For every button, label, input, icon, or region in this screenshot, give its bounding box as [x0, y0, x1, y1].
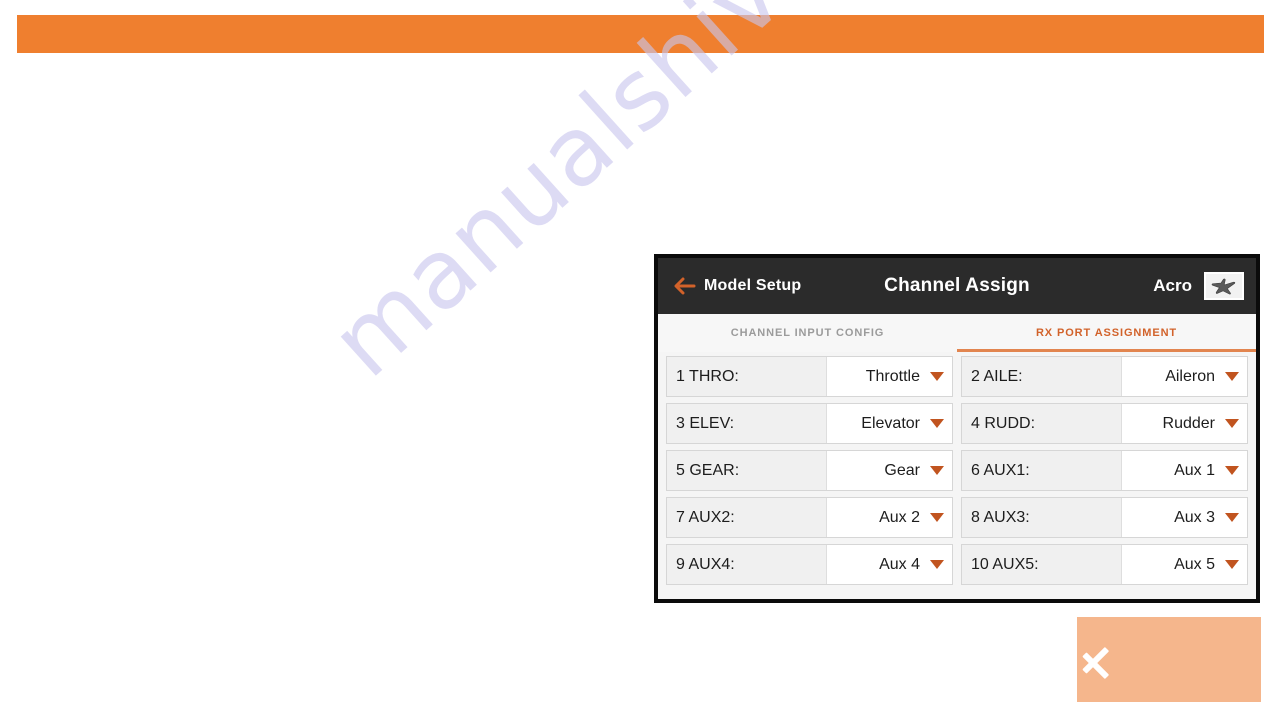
chevron-down-icon — [1225, 419, 1239, 428]
arrow-left-icon — [674, 277, 696, 295]
channel-cell-1[interactable]: 1 THRO: Throttle — [666, 356, 953, 397]
channel-port-dropdown[interactable]: Elevator — [827, 404, 952, 443]
channel-cell-10[interactable]: 10 AUX5: Aux 5 — [961, 544, 1248, 585]
channel-port-value: Aux 2 — [879, 508, 920, 526]
channel-port-value: Rudder — [1162, 414, 1215, 432]
chevron-down-icon — [1225, 560, 1239, 569]
channel-cell-8[interactable]: 8 AUX3: Aux 3 — [961, 497, 1248, 538]
airplane-icon[interactable] — [1204, 272, 1244, 300]
channel-cell-4[interactable]: 4 RUDD: Rudder — [961, 403, 1248, 444]
model-name: Acro — [1153, 276, 1192, 295]
top-orange-banner — [17, 15, 1264, 53]
channel-port-dropdown[interactable]: Aileron — [1122, 357, 1247, 396]
channel-port-dropdown[interactable]: Rudder — [1122, 404, 1247, 443]
table-row: 3 ELEV: Elevator 4 RUDD: Rudder — [666, 403, 1248, 444]
header-right-group: Acro — [1153, 272, 1244, 300]
device-screen-panel: Model Setup Channel Assign Acro CHANNEL … — [654, 254, 1260, 603]
channel-cell-7[interactable]: 7 AUX2: Aux 2 — [666, 497, 953, 538]
chevron-down-icon — [930, 466, 944, 475]
device-header-bar: Model Setup Channel Assign Acro — [658, 258, 1256, 314]
channel-label: 9 AUX4: — [667, 545, 827, 584]
chevron-down-icon — [1225, 513, 1239, 522]
channel-port-value: Aux 5 — [1174, 555, 1215, 573]
table-row: 1 THRO: Throttle 2 AILE: Aileron — [666, 356, 1248, 397]
channel-port-dropdown[interactable]: Throttle — [827, 357, 952, 396]
chevron-down-icon — [1225, 466, 1239, 475]
tab-channel-input-config[interactable]: CHANNEL INPUT CONFIG — [658, 314, 957, 352]
channel-port-value: Throttle — [865, 367, 920, 385]
tab-bar: CHANNEL INPUT CONFIG RX PORT ASSIGNMENT — [658, 314, 1256, 352]
channel-label: 5 GEAR: — [667, 451, 827, 490]
channel-port-value: Aux 1 — [1174, 461, 1215, 479]
channel-cell-3[interactable]: 3 ELEV: Elevator — [666, 403, 953, 444]
channel-port-dropdown[interactable]: Aux 3 — [1122, 498, 1247, 537]
table-row: 5 GEAR: Gear 6 AUX1: Aux 1 — [666, 450, 1248, 491]
channel-port-value: Aux 4 — [879, 555, 920, 573]
channel-label: 6 AUX1: — [962, 451, 1122, 490]
channel-port-value: Aileron — [1165, 367, 1215, 385]
channel-label: 8 AUX3: — [962, 498, 1122, 537]
channel-port-dropdown[interactable]: Aux 4 — [827, 545, 952, 584]
back-label: Model Setup — [704, 277, 802, 294]
channel-port-dropdown[interactable]: Aux 1 — [1122, 451, 1247, 490]
channel-port-value: Elevator — [861, 414, 920, 432]
channel-label: 1 THRO: — [667, 357, 827, 396]
channel-port-dropdown[interactable]: Aux 2 — [827, 498, 952, 537]
table-row: 7 AUX2: Aux 2 8 AUX3: Aux 3 — [666, 497, 1248, 538]
channel-label: 4 RUDD: — [962, 404, 1122, 443]
table-row: 9 AUX4: Aux 4 10 AUX5: Aux 5 — [666, 544, 1248, 585]
channel-label: 7 AUX2: — [667, 498, 827, 537]
chevron-down-icon — [1225, 372, 1239, 381]
back-to-model-setup-button[interactable]: Model Setup — [674, 277, 801, 295]
channel-label: 2 AILE: — [962, 357, 1122, 396]
channel-port-value: Gear — [884, 461, 920, 479]
channel-port-dropdown[interactable]: Aux 5 — [1122, 545, 1247, 584]
chevron-down-icon — [930, 419, 944, 428]
channel-cell-2[interactable]: 2 AILE: Aileron — [961, 356, 1248, 397]
chevron-down-icon — [930, 372, 944, 381]
channel-label: 10 AUX5: — [962, 545, 1122, 584]
chevron-down-icon — [930, 513, 944, 522]
chevron-left-icon — [1103, 632, 1137, 688]
chevron-down-icon — [930, 560, 944, 569]
channel-label: 3 ELEV: — [667, 404, 827, 443]
channel-port-dropdown[interactable]: Gear — [827, 451, 952, 490]
channel-assign-list: 1 THRO: Throttle 2 AILE: Aileron 3 ELEV:… — [658, 352, 1256, 585]
channel-cell-9[interactable]: 9 AUX4: Aux 4 — [666, 544, 953, 585]
channel-port-value: Aux 3 — [1174, 508, 1215, 526]
channel-cell-6[interactable]: 6 AUX1: Aux 1 — [961, 450, 1248, 491]
tab-rx-port-assignment[interactable]: RX PORT ASSIGNMENT — [957, 314, 1256, 352]
channel-cell-5[interactable]: 5 GEAR: Gear — [666, 450, 953, 491]
previous-page-button[interactable] — [1077, 617, 1261, 702]
